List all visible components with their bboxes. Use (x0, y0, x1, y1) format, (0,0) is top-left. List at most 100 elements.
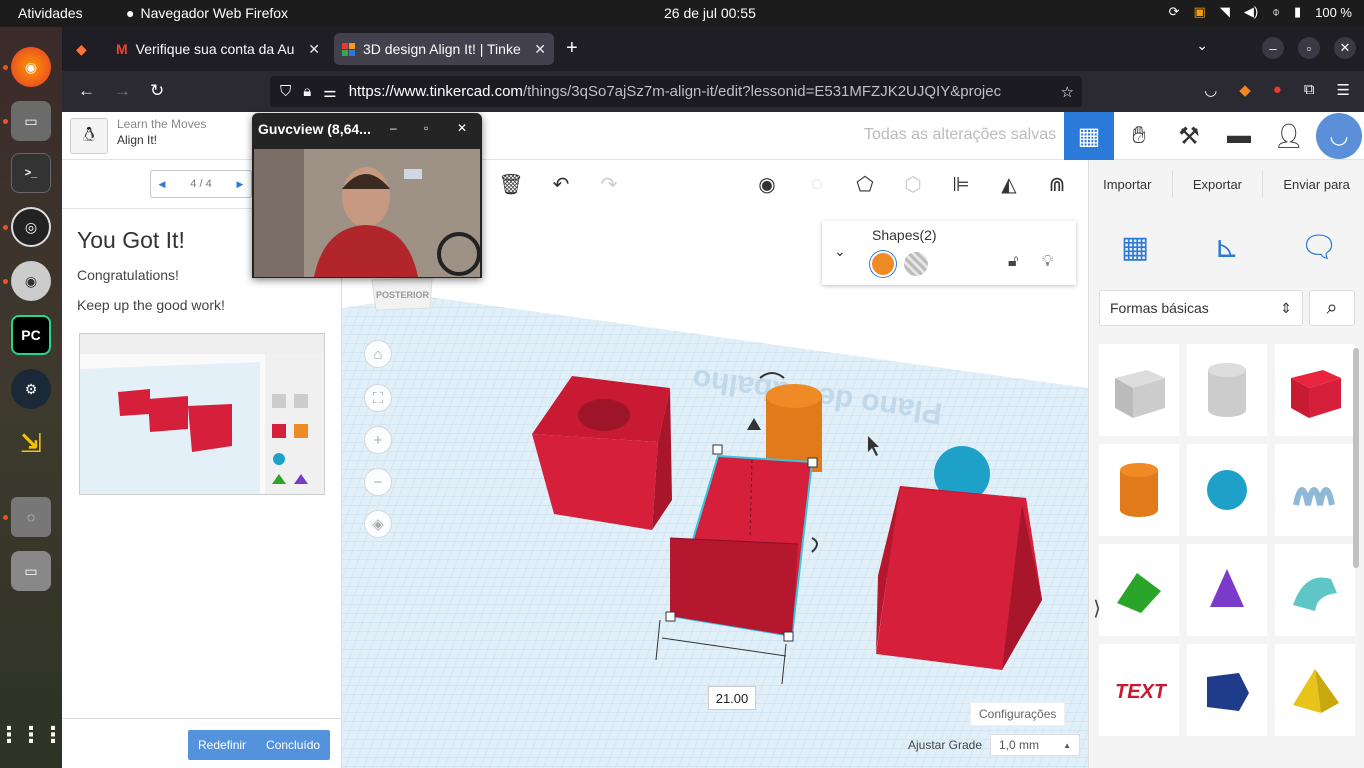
shape-round-roof[interactable] (1275, 544, 1355, 636)
redo-icon[interactable]: ↷ (594, 170, 624, 198)
show-apps-icon[interactable]: ⋮⋮⋮ (0, 715, 64, 755)
files-dock-icon[interactable]: ▭ (11, 101, 51, 141)
lightbulb-icon[interactable]: 💡︎ (1042, 253, 1053, 271)
shape-text[interactable]: TEXT (1099, 644, 1179, 736)
workplane-icon[interactable]: ▦ (1110, 222, 1160, 272)
workplane-3d-scene[interactable]: Plano de trabalho POSTERIOR (342, 208, 1088, 768)
reload-icon[interactable]: ↻ (150, 81, 164, 101)
terminal-dock-icon[interactable]: >_ (11, 153, 51, 193)
workplane[interactable]: Plano de trabalho POSTERIOR ⌄ Shapes(2) … (342, 208, 1088, 768)
close-tab-icon[interactable]: ✕ (308, 41, 320, 58)
back-icon[interactable]: ← (78, 81, 95, 101)
blocks-icon[interactable]: ✋︎ (1114, 112, 1164, 160)
new-tab-button[interactable]: + (566, 37, 578, 60)
system-tray[interactable]: ⟳ ▣ ◥ ◀) ⌽ ▮ 100 % (1169, 4, 1352, 20)
collapse-chevron-icon[interactable]: ⌄ (834, 243, 846, 260)
clock[interactable]: 26 de jul 00:55 (664, 5, 756, 21)
firefox-view-tab[interactable]: ◆ (68, 33, 98, 65)
fit-view-icon[interactable]: ⛶ (364, 384, 392, 412)
tab-gmail[interactable]: M Verifique sua conta da Au ✕ (108, 33, 328, 65)
shape-polygon[interactable] (1187, 644, 1267, 736)
tab-tinkercad[interactable]: 3D design Align It! | Tinke ✕ (334, 33, 554, 65)
import-button[interactable]: Importar (1095, 171, 1159, 198)
obs-dock-icon[interactable]: ◎ (11, 207, 51, 247)
drive-dock-icon[interactable]: ▭ (11, 551, 51, 591)
metamask-icon[interactable]: ◆ (1239, 81, 1251, 99)
solid-color-swatch[interactable] (870, 251, 896, 277)
trash-icon[interactable]: 🗑︎ (496, 170, 526, 198)
extensions-icon[interactable]: ⧉ (1304, 81, 1315, 99)
shape-box-hole[interactable] (1099, 344, 1179, 436)
resize-handle[interactable] (807, 457, 818, 468)
webcam-dock-icon[interactable]: ◉ (11, 261, 51, 301)
resize-handle[interactable] (783, 631, 794, 642)
group-icon[interactable]: ⬠ (850, 170, 880, 198)
lock-icon[interactable]: 🔓︎ (1008, 253, 1018, 271)
steam-dock-icon[interactable]: ⚙ (11, 369, 51, 409)
url-bar[interactable]: ⛉ 🔒︎ ⚌ https://www.tinkercad.com/things/… (270, 76, 1082, 107)
snap-grid-select[interactable]: 1,0 mm ▲ (990, 734, 1080, 756)
shape-cone[interactable] (1187, 544, 1267, 636)
done-button[interactable]: Concluído (256, 730, 330, 760)
scrollbar[interactable] (1353, 348, 1359, 568)
avatar[interactable]: ◡ (1316, 113, 1362, 159)
shape-scribble[interactable] (1275, 444, 1355, 536)
forward-icon[interactable]: → (114, 81, 131, 101)
lock-icon[interactable]: 🔒︎ (303, 83, 311, 100)
mirror-icon[interactable]: ◭ (994, 170, 1024, 198)
align-icon[interactable]: ⊫ (946, 170, 976, 198)
shape-pyramid[interactable] (1275, 644, 1355, 736)
extension-icon[interactable]: ● (1273, 81, 1282, 99)
shield-icon[interactable]: ⛉ (280, 83, 291, 100)
maximize-button[interactable]: ▫ (424, 121, 428, 135)
tab-list-icon[interactable]: ⌄ (1196, 37, 1208, 59)
shape-cylinder-hole[interactable] (1187, 344, 1267, 436)
reset-button[interactable]: Redefinir (188, 730, 256, 760)
shape-sphere[interactable] (1187, 444, 1267, 536)
shape-cylinder[interactable] (1099, 444, 1179, 536)
app-menu[interactable]: ● Navegador Web Firefox (126, 5, 288, 21)
zoom-out-icon[interactable]: − (364, 468, 392, 496)
pickaxe-icon[interactable]: ⚒ (1164, 112, 1214, 160)
prev-step-icon[interactable]: ◀ (151, 179, 173, 190)
bricks-icon[interactable]: ▬ (1214, 112, 1264, 160)
cruise-icon[interactable]: ⋒ (1042, 170, 1072, 198)
lesson-pager[interactable]: ◀ 4 / 4 ▶ (150, 170, 252, 198)
add-user-icon[interactable]: 👤︎ (1264, 112, 1314, 160)
resize-handle[interactable] (665, 611, 676, 622)
export-button[interactable]: Exportar (1185, 171, 1250, 198)
resize-handle[interactable] (712, 444, 723, 455)
notes-icon[interactable]: 🗨︎ (1294, 222, 1344, 272)
shape-category-select[interactable]: Formas básicas ⇕ (1099, 290, 1303, 326)
minimize-button[interactable]: – (1262, 37, 1284, 59)
settings-button[interactable]: Configurações (970, 702, 1066, 726)
bookmark-star-icon[interactable]: ☆ (1061, 83, 1074, 101)
shape-box[interactable] (1275, 344, 1355, 436)
pocket-icon[interactable]: ◡ (1204, 81, 1217, 99)
close-tab-icon[interactable]: ✕ (534, 41, 546, 58)
disk-dock-icon[interactable]: ◌ (11, 497, 51, 537)
hole-swatch[interactable] (904, 252, 928, 276)
pager-label[interactable]: 4 / 4 (173, 178, 229, 190)
ruler-icon[interactable]: ⊾ (1202, 222, 1252, 272)
close-window-button[interactable]: ✕ (457, 121, 467, 135)
permissions-icon[interactable]: ⚌ (323, 83, 336, 101)
show-all-icon[interactable]: ◉ (752, 170, 782, 198)
3d-view-icon[interactable]: ▦ (1064, 112, 1114, 160)
lesson-logo[interactable]: 🐧︎ (70, 118, 108, 154)
home-view-icon[interactable]: ⌂ (364, 340, 392, 368)
menu-icon[interactable]: ☰ (1337, 81, 1350, 99)
shape-roof[interactable] (1099, 544, 1179, 636)
undo-icon[interactable]: ↶ (546, 170, 576, 198)
firefox-dock-icon[interactable]: ◉ (11, 47, 51, 87)
next-step-icon[interactable]: ▶ (229, 179, 251, 190)
dimension-input[interactable]: 21.00 (708, 686, 756, 710)
zoom-in-icon[interactable]: + (364, 426, 392, 454)
lightbulb-icon[interactable]: ◌ (802, 170, 832, 198)
app-dock-icon[interactable]: ⇲ (11, 423, 51, 463)
minimize-button[interactable]: – (390, 121, 397, 135)
ortho-view-icon[interactable]: ◈ (364, 510, 392, 538)
maximize-button[interactable]: ▫ (1298, 37, 1320, 59)
pycharm-dock-icon[interactable]: PC (11, 315, 51, 355)
close-window-button[interactable]: ✕ (1334, 37, 1356, 59)
